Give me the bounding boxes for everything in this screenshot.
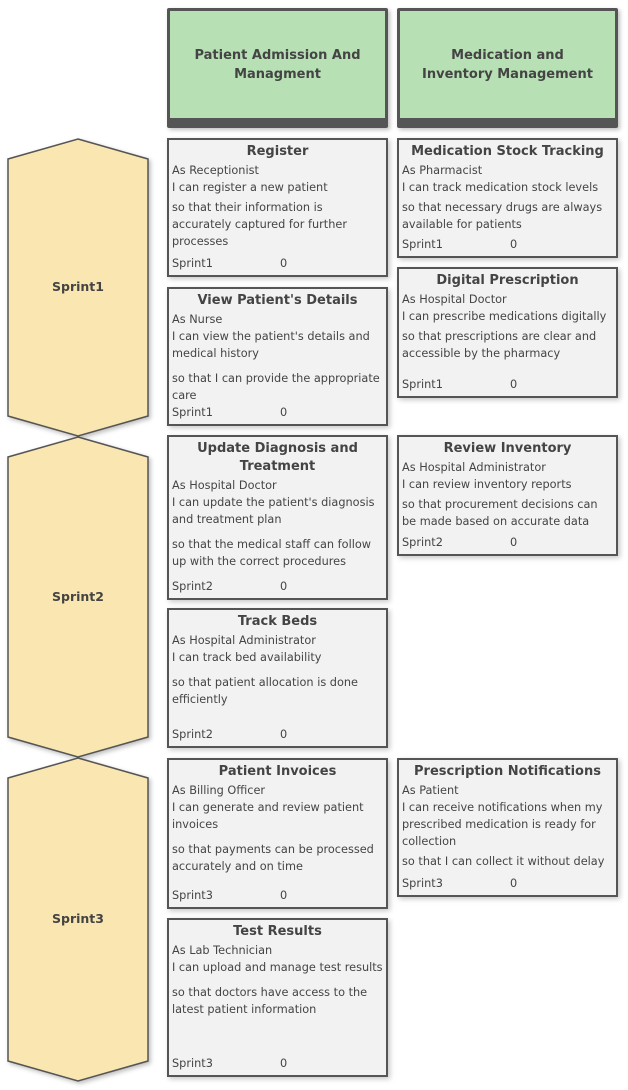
story-title: Update Diagnosis and Treatment	[197, 441, 358, 474]
story-benefit: so that the medical staff can follow up …	[172, 538, 371, 568]
story-footer: Sprint1 0	[172, 255, 372, 272]
story-benefit: so that necessary drugs are always avail…	[402, 201, 603, 231]
story-title: Medication Stock Tracking	[411, 144, 604, 159]
story-title: View Patient's Details	[197, 293, 358, 308]
story-footer: Sprint1 0	[172, 404, 372, 421]
story-benefit: so that I can provide the appropriate ca…	[172, 372, 380, 402]
story-card[interactable]: Review Inventory As Hospital Administrato…	[397, 435, 618, 556]
activity-header: Patient Admission And Managment	[167, 8, 388, 128]
story-card[interactable]: Medication Stock Tracking As Pharmacist I …	[397, 138, 618, 258]
story-points: 0	[280, 580, 288, 593]
story-title: Review Inventory	[443, 441, 572, 456]
story-title: Digital Prescription	[436, 273, 579, 288]
story-role: As Patient	[402, 784, 459, 797]
story-benefit: so that prescriptions are clear and acce…	[402, 330, 597, 360]
sprint-label: Sprint3	[52, 911, 104, 926]
story-title: Register	[246, 144, 309, 159]
story-want: I can track bed availability	[172, 651, 322, 664]
story-want: I can update the patient's diagnosis and…	[172, 496, 375, 526]
story-footer: Sprint2 0	[172, 578, 372, 595]
activity-header: Medication and Inventory Management	[397, 8, 618, 128]
story-card[interactable]: Test Results As Lab Technician I can uploa…	[167, 918, 388, 1077]
sprint-label: Sprint1	[52, 279, 104, 294]
story-card[interactable]: Update Diagnosis and Treatment As Hospita…	[167, 435, 388, 600]
story-role: As Nurse	[172, 313, 223, 326]
story-benefit: so that patient allocation is done effic…	[172, 676, 358, 706]
story-title: Patient Invoices	[218, 764, 337, 779]
story-points: 0	[280, 889, 288, 902]
story-want: I can upload and manage test results	[172, 961, 383, 974]
story-sprint: Sprint2	[172, 728, 213, 741]
story-role: As Hospital Administrator	[172, 634, 316, 647]
activity-title: Patient Admission And Managment	[170, 11, 385, 118]
story-title: Prescription Notifications	[414, 764, 601, 779]
story-points: 0	[280, 728, 288, 741]
story-footer: Sprint3 0	[172, 1055, 372, 1072]
story-benefit: so that payments can be processed accura…	[172, 843, 374, 873]
story-benefit: so that their information is accurately …	[172, 201, 347, 248]
story-role: As Hospital Doctor	[172, 479, 277, 492]
story-card[interactable]: Prescription Notifications As Patient I ca…	[397, 758, 618, 897]
story-card[interactable]: Track Beds As Hospital Administrator I can…	[167, 608, 388, 748]
story-points: 0	[510, 536, 518, 549]
story-sprint: Sprint2	[402, 536, 443, 549]
story-title: Test Results	[233, 924, 322, 939]
story-want: I can generate and review patient invoic…	[172, 801, 364, 831]
story-points: 0	[280, 257, 288, 270]
story-benefit: so that I can collect it without delay	[402, 855, 605, 868]
story-card[interactable]: View Patient's Details As Nurse I can view…	[167, 287, 388, 426]
story-sprint: Sprint1	[402, 238, 443, 251]
story-points: 0	[280, 406, 288, 419]
story-role: As Billing Officer	[172, 784, 266, 797]
story-want: I can register a new patient	[172, 181, 328, 194]
story-sprint: Sprint3	[172, 1057, 213, 1070]
story-card[interactable]: Digital Prescription As Hospital Doctor I …	[397, 267, 618, 398]
story-footer: Sprint3 0	[172, 887, 372, 904]
story-title: Track Beds	[237, 614, 318, 629]
story-sprint: Sprint3	[172, 889, 213, 902]
story-footer: Sprint2 0	[172, 726, 372, 743]
story-points: 0	[280, 1057, 288, 1070]
story-points: 0	[510, 238, 518, 251]
story-footer: Sprint1 0	[402, 376, 602, 393]
story-role: As Hospital Administrator	[402, 461, 546, 474]
story-role: As Lab Technician	[172, 944, 273, 957]
story-footer: Sprint3 0	[402, 875, 602, 892]
story-points: 0	[510, 877, 518, 890]
story-sprint: Sprint3	[402, 877, 443, 890]
story-benefit: so that doctors have access to the lates…	[172, 986, 368, 1016]
story-want: I can view the patient's details and med…	[172, 330, 370, 360]
story-sprint: Sprint1	[402, 378, 443, 391]
activity-title: Medication and Inventory Management	[400, 11, 615, 118]
story-role: As Receptionist	[172, 164, 259, 177]
story-want: I can prescribe medications digitally	[402, 310, 607, 323]
story-want: I can track medication stock levels	[402, 181, 599, 194]
story-footer: Sprint1 0	[402, 236, 602, 253]
story-want: I can review inventory reports	[402, 478, 572, 491]
story-card[interactable]: Register As Receptionist I can register a …	[167, 138, 388, 277]
story-footer: Sprint2 0	[402, 534, 602, 551]
story-want: I can receive notifications when my pres…	[402, 801, 603, 848]
story-benefit: so that procurement decisions can be mad…	[402, 498, 598, 528]
story-card[interactable]: Patient Invoices As Billing Officer I can …	[167, 758, 388, 909]
story-role: As Hospital Doctor	[402, 293, 507, 306]
story-sprint: Sprint2	[172, 580, 213, 593]
story-sprint: Sprint1	[172, 257, 213, 270]
story-points: 0	[510, 378, 518, 391]
sprint-label: Sprint2	[52, 588, 104, 604]
story-sprint: Sprint1	[172, 406, 213, 419]
story-role: As Pharmacist	[402, 164, 483, 177]
